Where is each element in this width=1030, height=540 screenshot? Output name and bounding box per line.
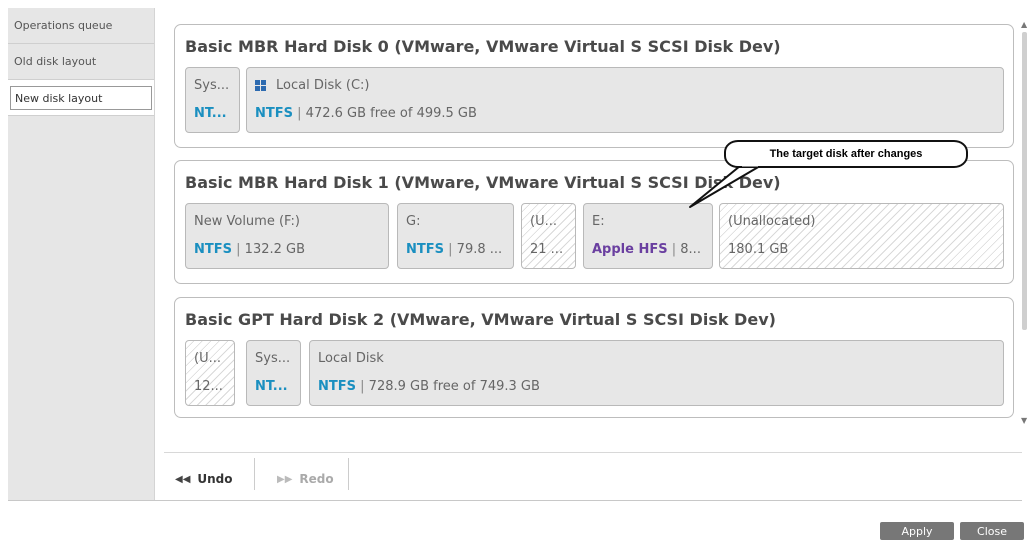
separator: | [671,242,677,257]
separator: | [236,242,241,257]
close-button[interactable]: Close [960,522,1024,540]
partition-name: E: [592,214,605,229]
separator: | [297,106,302,121]
partition-e-apple-hfs[interactable]: E: Apple HFS | 8... [583,203,713,269]
close-label: Close [977,524,1007,538]
disk-title: Basic MBR Hard Disk 1 (VMware, VMware Vi… [185,173,781,192]
partition-new-volume-f[interactable]: New Volume (F:) NTFS | 132.2 GB [185,203,389,269]
partition-info: 180.1 GB [728,242,788,257]
partition-info: NT... [194,106,227,121]
partition-name: Local Disk [318,351,384,366]
disk-list: Basic MBR Hard Disk 0 (VMware, VMware Vi… [156,8,1022,448]
partition-info: NTFS | 79.8 ... [406,242,502,257]
sidebar-item-old-disk-layout[interactable]: Old disk layout [8,44,154,80]
toolbar-separator [254,458,255,490]
main-panel: Basic MBR Hard Disk 0 (VMware, VMware Vi… [156,8,1030,500]
partition-system[interactable]: Sys... NT... [246,340,301,406]
callout-text: The target disk after changes [769,148,923,160]
partition-system[interactable]: Sys... NT... [185,67,240,133]
partition-info: NTFS | 472.6 GB free of 499.5 GB [255,106,477,121]
apply-label: Apply [901,524,933,538]
partition-name: (Unallocated) [728,214,816,229]
redo-label: Redo [299,472,334,486]
partition-unallocated-small[interactable]: (U... 21 ... [521,203,576,269]
partition-unallocated[interactable]: (Unallocated) 180.1 GB [719,203,1004,269]
partition-detail: 8... [680,242,701,257]
sidebar-item-label: New disk layout [15,91,103,105]
partition-local-disk[interactable]: Local Disk NTFS | 728.9 GB free of 749.3… [309,340,1004,406]
sidebar-item-label: Old disk layout [14,55,97,68]
undo-button[interactable]: ◀◀ Undo [175,464,233,494]
apply-button[interactable]: Apply [880,522,954,540]
partition-fs: Apple HFS [592,242,668,257]
sidebar-item-new-disk-layout[interactable]: New disk layout [10,86,152,110]
partition-fs: NT... [194,106,227,121]
partition-name-row: Local Disk (C:) [255,78,369,93]
partition-info: 21 ... [530,242,563,257]
disk-1-card[interactable]: Basic MBR Hard Disk 1 (VMware, VMware Vi… [174,160,1014,284]
redo-icon: ▶▶ [277,473,293,485]
sidebar-item-new-disk-layout-wrap: New disk layout [8,80,154,116]
partition-fs: NT... [255,379,288,394]
toolbar-divider [164,452,1022,453]
scroll-thumb[interactable] [1022,32,1027,330]
separator: | [360,379,365,394]
partition-name: Sys... [194,78,230,93]
partition-name: G: [406,214,421,229]
disk-0-card[interactable]: Basic MBR Hard Disk 0 (VMware, VMware Vi… [174,24,1014,148]
windows-icon [255,80,266,91]
partition-detail: 21 ... [530,242,564,257]
disk-title: Basic GPT Hard Disk 2 (VMware, VMware Vi… [185,310,776,329]
partition-unallocated-small[interactable]: (U... 12... [185,340,235,406]
scroll-down-icon[interactable]: ▼ [1021,416,1027,425]
redo-button[interactable]: ▶▶ Redo [277,464,334,494]
partition-detail: 472.6 GB free of 499.5 GB [305,106,477,121]
vertical-scrollbar[interactable]: ▲ ▼ [1020,8,1028,428]
partition-detail: 132.2 GB [244,242,306,257]
partition-name: (U... [530,214,557,229]
bottom-divider [8,500,1022,501]
undo-label: Undo [197,472,233,486]
sidebar-item-label: Operations queue [14,19,113,32]
partition-detail: 12... [194,379,223,394]
partition-detail: 180.1 GB [728,242,789,257]
partition-name: New Volume (F:) [194,214,300,229]
partition-info: 12... [194,379,223,394]
partition-local-disk-c[interactable]: Local Disk (C:) NTFS | 472.6 GB free of … [246,67,1004,133]
partition-name: Sys... [255,351,291,366]
partition-fs: NTFS [406,242,444,257]
toolbar-separator [348,458,349,490]
disk-title: Basic MBR Hard Disk 0 (VMware, VMware Vi… [185,37,781,56]
partition-detail: 728.9 GB free of 749.3 GB [368,379,540,394]
partition-name: Local Disk (C:) [276,78,370,93]
undo-icon: ◀◀ [175,473,191,485]
partition-detail: 79.8 ... [456,242,503,257]
partition-info: NT... [255,379,288,394]
sidebar-item-operations-queue[interactable]: Operations queue [8,8,154,44]
disk-2-card[interactable]: Basic GPT Hard Disk 2 (VMware, VMware Vi… [174,297,1014,418]
partition-fs: NTFS [318,379,356,394]
partition-name: (U... [194,351,221,366]
partition-g[interactable]: G: NTFS | 79.8 ... [397,203,514,269]
callout-bubble: The target disk after changes [724,140,968,168]
partition-fs: NTFS [194,242,232,257]
partition-fs: NTFS [255,106,293,121]
scroll-up-icon[interactable]: ▲ [1021,20,1027,29]
partition-info: NTFS | 728.9 GB free of 749.3 GB [318,379,540,394]
partition-info: Apple HFS | 8... [592,242,701,257]
separator: | [448,242,453,257]
sidebar: Operations queue Old disk layout New dis… [8,8,155,500]
partition-info: NTFS | 132.2 GB [194,242,305,257]
